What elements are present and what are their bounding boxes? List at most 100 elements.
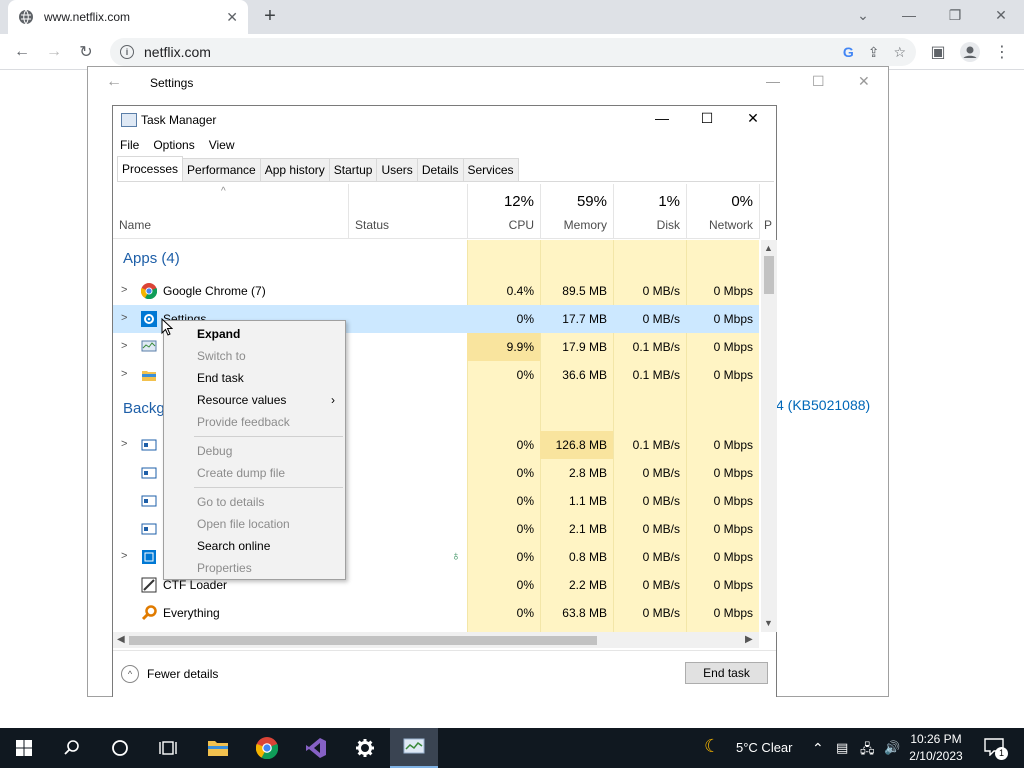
task-view-icon[interactable] — [144, 728, 192, 768]
tab-title: www.netflix.com — [44, 10, 131, 24]
chrome-menu-icon[interactable]: ⋮ — [990, 40, 1014, 64]
share-icon[interactable]: ⇪ — [868, 44, 880, 61]
vertical-scroll-thumb[interactable] — [764, 256, 774, 294]
settings-maximize-icon[interactable]: ☐ — [812, 73, 825, 90]
scroll-left-icon[interactable]: ◀ — [117, 634, 125, 645]
menu-item-end-task[interactable]: End task — [164, 367, 345, 389]
menu-item-open-file-location[interactable]: Open file location — [164, 513, 345, 535]
chrome-taskbar-icon[interactable] — [243, 728, 291, 768]
weather-text[interactable]: 5°C Clear — [736, 740, 793, 755]
settings-close-icon[interactable]: ✕ — [858, 73, 870, 90]
col-cpu[interactable]: 12% CPU — [467, 184, 540, 239]
search-icon[interactable] — [48, 728, 96, 768]
settings-back-icon[interactable]: ← — [106, 73, 122, 91]
tray-app-icon[interactable]: ▤ — [836, 740, 848, 756]
side-panel-icon[interactable]: ▣ — [926, 40, 950, 64]
reload-icon[interactable]: ↻ — [74, 40, 98, 64]
settings-title: Settings — [150, 76, 194, 90]
col-name[interactable]: Name — [113, 184, 348, 239]
scroll-up-icon[interactable]: ▲ — [764, 243, 773, 253]
notification-center-icon[interactable]: 1 — [984, 738, 1008, 760]
tab-details[interactable]: Details — [416, 158, 464, 181]
expand-chevron-icon[interactable]: > — [121, 550, 127, 562]
blue-square-icon — [142, 550, 156, 564]
tab-users[interactable]: Users — [376, 158, 418, 181]
bookmark-star-icon[interactable]: ☆ — [893, 44, 906, 61]
menu-item-create-dump[interactable]: Create dump file — [164, 462, 345, 484]
tab-startup[interactable]: Startup — [328, 158, 378, 181]
col-memory[interactable]: 59% Memory — [540, 184, 613, 239]
google-lens-icon[interactable]: G — [843, 44, 854, 60]
menu-item-debug[interactable]: Debug — [164, 440, 345, 462]
expand-chevron-icon[interactable]: > — [121, 312, 127, 324]
col-disk[interactable]: 1% Disk — [613, 184, 686, 239]
scroll-right-icon[interactable]: ▶ — [745, 634, 753, 645]
menu-item-go-to-details[interactable]: Go to details — [164, 491, 345, 513]
menu-view[interactable]: View — [202, 134, 242, 156]
menu-item-properties[interactable]: Properties — [164, 557, 345, 579]
menu-item-provide-feedback[interactable]: Provide feedback — [164, 411, 345, 433]
expand-chevron-icon[interactable]: > — [121, 340, 127, 352]
expand-chevron-icon[interactable]: > — [121, 438, 127, 450]
end-task-button[interactable]: End task — [685, 662, 768, 684]
restore-icon[interactable]: ❐ — [932, 0, 978, 30]
submenu-arrow-icon: › — [331, 393, 335, 407]
tab-search-icon[interactable]: ⌄ — [840, 0, 886, 30]
expand-chevron-icon[interactable]: > — [121, 368, 127, 380]
menu-file[interactable]: File — [113, 134, 146, 156]
new-tab-button[interactable]: + — [260, 6, 280, 26]
horizontal-scroll-thumb[interactable] — [129, 636, 597, 645]
process-row[interactable]: > Google Chrome (7) 0.4% 89.5 MB 0 MB/s … — [113, 277, 759, 305]
window-process-icon — [141, 495, 157, 507]
close-window-icon[interactable]: ✕ — [978, 0, 1024, 30]
col-network[interactable]: 0% Network — [686, 184, 759, 239]
tm-minimize-icon[interactable]: — — [647, 110, 677, 126]
tm-menubar: File Options View — [113, 134, 242, 156]
menu-item-resource-values[interactable]: Resource values › — [164, 389, 345, 411]
chrome-icon — [141, 283, 157, 299]
tab-app-history[interactable]: App history — [259, 158, 330, 181]
menu-item-expand[interactable]: Expand — [164, 323, 345, 345]
col-power[interactable]: P — [759, 184, 777, 239]
col-status[interactable]: Status — [348, 184, 467, 239]
tab-services[interactable]: Services — [462, 158, 519, 181]
scroll-down-icon[interactable]: ▼ — [764, 618, 773, 628]
system-clock[interactable]: 10:26 PM 2/10/2023 — [904, 731, 968, 765]
horizontal-scrollbar[interactable]: ◀ ▶ — [113, 632, 759, 648]
profile-avatar-icon[interactable] — [958, 40, 982, 64]
close-tab-icon[interactable]: ✕ — [226, 9, 238, 26]
network-icon[interactable]: 🖧 — [860, 740, 875, 762]
tray-chevron-up-icon[interactable]: ⌃ — [812, 740, 824, 757]
settings-minimize-icon[interactable]: — — [766, 73, 780, 89]
menu-options[interactable]: Options — [146, 134, 201, 156]
site-info-icon[interactable]: i — [120, 45, 134, 59]
menu-item-search-online[interactable]: Search online — [164, 535, 345, 557]
update-link[interactable]: 4 (KB5021088) — [776, 397, 870, 413]
notification-badge: 1 — [995, 747, 1008, 760]
weather-moon-icon[interactable]: ☾ — [704, 736, 720, 757]
globe-icon — [19, 9, 33, 25]
tab-processes[interactable]: Processes — [117, 156, 184, 181]
fewer-details-link[interactable]: Fewer details — [147, 667, 218, 681]
tab-performance[interactable]: Performance — [182, 158, 261, 181]
address-bar[interactable]: i netflix.com G ⇪ ☆ — [110, 38, 916, 66]
tm-close-icon[interactable]: ✕ — [738, 110, 768, 127]
task-manager-taskbar-icon[interactable] — [390, 728, 438, 768]
settings-taskbar-icon[interactable] — [341, 728, 389, 768]
expand-chevron-icon[interactable]: > — [121, 284, 127, 296]
menu-item-switch-to[interactable]: Switch to — [164, 345, 345, 367]
start-windows-icon[interactable] — [0, 728, 48, 768]
vertical-scrollbar[interactable]: ▲ ▼ — [761, 240, 777, 632]
file-explorer-icon[interactable] — [194, 728, 242, 768]
minimize-icon[interactable]: — — [886, 0, 932, 30]
tm-maximize-icon[interactable]: ☐ — [692, 110, 722, 127]
visual-studio-icon[interactable] — [292, 728, 340, 768]
cortana-icon[interactable] — [96, 728, 144, 768]
chevron-up-icon[interactable]: ^ — [121, 665, 139, 683]
process-row[interactable]: Everything 0% 63.8 MB 0 MB/s 0 Mbps — [113, 599, 759, 627]
forward-icon[interactable]: → — [42, 40, 66, 64]
volume-icon[interactable]: 🔊 — [884, 740, 900, 756]
back-icon[interactable]: ← — [10, 40, 34, 64]
browser-tab[interactable]: www.netflix.com ✕ — [8, 0, 248, 34]
task-manager-icon — [121, 113, 137, 127]
